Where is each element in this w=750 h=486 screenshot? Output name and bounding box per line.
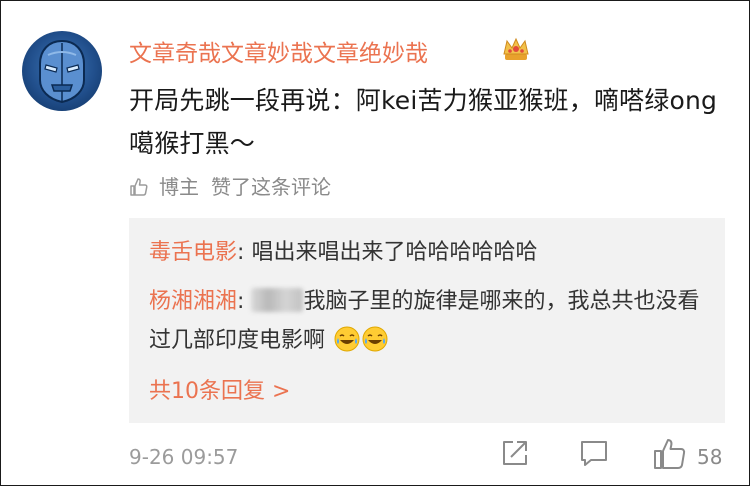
reply-separator: : [237,240,245,265]
comment-timestamp: 9-26 09:57 [129,445,239,469]
reply-separator: : [237,289,245,314]
comment-card: 文章奇哉文章妙哉文章绝妙哉 开局先跳一段再说：阿kei苦力猴亚猴班，嘀嗒绿ong… [0,0,750,486]
liked-action-text: 赞了这条评论 [211,175,331,199]
laugh-cry-emoji-icon [362,326,388,352]
view-more-replies-link[interactable]: 共10条回复 > [149,373,290,405]
avatar[interactable] [22,31,102,111]
username[interactable]: 文章奇哉文章妙哉文章绝妙哉 [129,34,428,68]
comment-icon[interactable] [579,438,609,468]
reply-text: 唱出来唱出来了哈哈哈哈哈哈 [251,240,538,265]
like-icon[interactable] [653,438,687,470]
laugh-cry-emoji-icon [334,326,360,352]
thumbs-up-icon [130,178,148,196]
comment-text: 开局先跳一段再说：阿kei苦力猴亚猴班，嘀嗒绿ong噶猴打黑～ [129,86,718,158]
reply-item: 毒舌电影: 唱出来唱出来了哈哈哈哈哈哈 [149,233,709,272]
reply-item: 杨湘湘湘: 我脑子里的旋律是哪来的，我总共也没看过几部印度电影啊 [149,282,709,360]
reply-username[interactable]: 杨湘湘湘 [149,289,237,314]
like-count: 58 [697,445,723,469]
share-icon[interactable] [500,438,530,468]
crown-icon [503,37,529,60]
iron-mask-icon [39,39,85,104]
reply-username[interactable]: 毒舌电影 [149,240,237,265]
author-liked-notice: 博主 赞了这条评论 [129,171,331,200]
blurred-mention [251,288,304,312]
author-label: 博主 [159,175,199,199]
replies-panel: 毒舌电影: 唱出来唱出来了哈哈哈哈哈哈 杨湘湘湘: 我脑子里的旋律是哪来的，我总… [129,218,725,423]
